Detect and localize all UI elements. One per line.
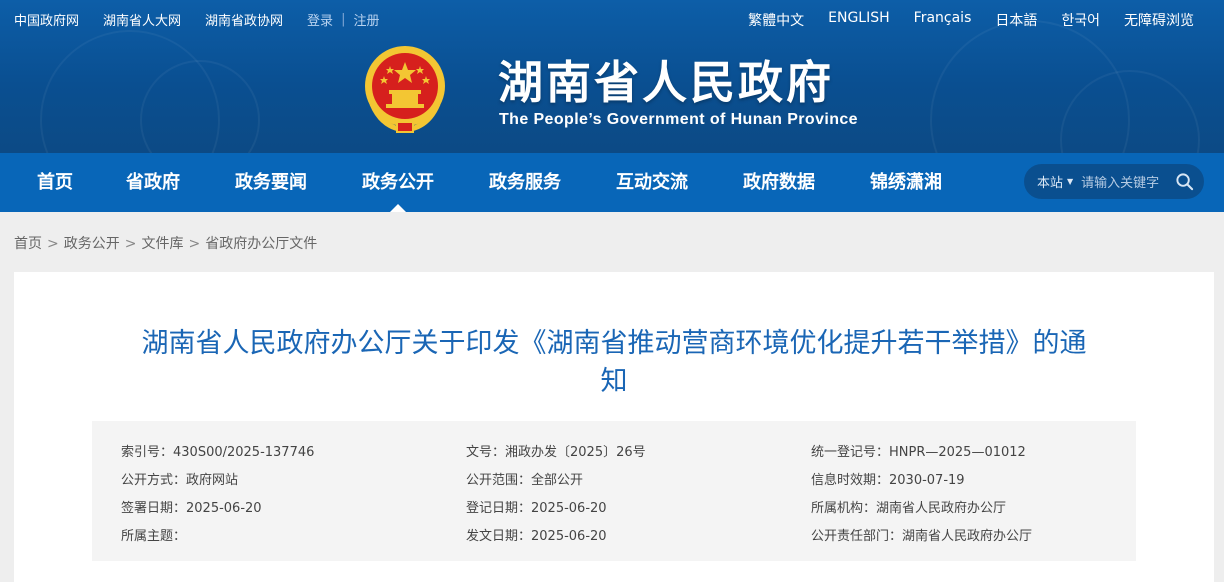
meta-document-number: 文号：湘政办发〔2025〕26号 [466, 445, 646, 460]
meta-topic: 所属主题： [121, 529, 187, 544]
meta-index-number: 索引号：430S00/2025-137746 [121, 445, 315, 460]
breadcrumb-separator: > [188, 236, 201, 252]
nav-item-gov-services[interactable]: 政务服务 [489, 153, 561, 212]
meta-validity-period: 信息时效期：2030-07-19 [811, 473, 965, 488]
lang-english[interactable]: ENGLISH [828, 10, 890, 30]
nav-item-gov-affairs-open[interactable]: 政务公开 [362, 153, 434, 212]
nav-item-gov-data[interactable]: 政府数据 [743, 153, 815, 212]
auth-separator: | [341, 12, 346, 27]
register-link[interactable]: 注册 [353, 10, 379, 29]
breadcrumb-home[interactable]: 首页 [14, 236, 42, 252]
nav-item-home[interactable]: 首页 [37, 153, 73, 212]
breadcrumb: 首页 > 政务公开 > 文件库 > 省政府办公厅文件 [14, 233, 317, 253]
breadcrumb-office-files[interactable]: 省政府办公厅文件 [205, 236, 317, 252]
link-hunan-cppcc[interactable]: 湖南省政协网 [205, 10, 283, 29]
document-title-line2: 知 [600, 366, 628, 397]
national-emblem-icon [365, 46, 445, 133]
caret-down-icon[interactable]: ▼ [1067, 177, 1073, 186]
nav-item-news[interactable]: 政务要闻 [235, 153, 307, 212]
meta-publish-scope: 公开范围：全部公开 [466, 473, 584, 488]
login-link[interactable]: 登录 [307, 10, 333, 29]
search-scope-selector[interactable]: 本站 [1037, 172, 1063, 191]
document-card: 湖南省人民政府办公厅关于印发《湖南省推动营商环境优化提升若干举措》的通 知 索引… [14, 272, 1214, 582]
link-hunan-npc[interactable]: 湖南省人大网 [103, 10, 181, 29]
topbar-links: 中国政府网 湖南省人大网 湖南省政协网 登录 | 注册 [14, 10, 379, 29]
search-icon[interactable] [1175, 172, 1194, 191]
auth-links: 登录 | 注册 [307, 10, 379, 29]
breadcrumb-separator: > [124, 236, 137, 252]
lang-traditional-chinese[interactable]: 繁體中文 [748, 10, 804, 30]
site-title-chinese: 湖南省人民政府 [498, 56, 835, 109]
lang-korean[interactable]: 한국어 [1061, 10, 1100, 30]
site-title-english: The People’s Government of Hunan Provinc… [499, 111, 858, 128]
breadcrumb-separator: > [47, 236, 59, 252]
accessibility-link[interactable]: 无障碍浏览 [1124, 10, 1194, 30]
document-title-line1: 湖南省人民政府办公厅关于印发《湖南省推动营商环境优化提升若干举措》的通 [141, 328, 1087, 359]
breadcrumb-gov-affairs-open[interactable]: 政务公开 [64, 236, 120, 252]
nav-item-provincial-gov[interactable]: 省政府 [126, 153, 180, 212]
search-input[interactable]: 请输入关键字 [1081, 172, 1159, 191]
link-gov-cn[interactable]: 中国政府网 [14, 10, 79, 29]
document-title: 湖南省人民政府办公厅关于印发《湖南省推动营商环境优化提升若干举措》的通 知 [94, 325, 1134, 401]
meta-signing-date: 签署日期：2025-06-20 [121, 501, 262, 516]
meta-registration-date: 登记日期：2025-06-20 [466, 501, 607, 516]
breadcrumb-file-library[interactable]: 文件库 [141, 236, 183, 252]
meta-publish-method: 公开方式：政府网站 [121, 473, 239, 488]
search-box[interactable]: 本站 ▼ 请输入关键字 [1024, 164, 1204, 199]
meta-issue-date: 发文日期：2025-06-20 [466, 529, 607, 544]
nav-item-interaction[interactable]: 互动交流 [616, 153, 688, 212]
lang-french[interactable]: Français [914, 10, 972, 30]
meta-organization: 所属机构：湖南省人民政府办公厅 [811, 501, 1007, 516]
site-header: 中国政府网 湖南省人大网 湖南省政协网 登录 | 注册 繁體中文 ENGLISH… [0, 0, 1224, 153]
language-links: 繁體中文 ENGLISH Français 日本語 한국어 无障碍浏览 [724, 10, 1194, 30]
meta-registration-code: 统一登记号：HNPR—2025—01012 [811, 445, 1026, 460]
meta-responsible-department: 公开责任部门：湖南省人民政府办公厅 [811, 529, 1033, 544]
nav-item-hunan-scenery[interactable]: 锦绣潇湘 [870, 153, 942, 212]
document-metadata-table: 索引号：430S00/2025-137746 文号：湘政办发〔2025〕26号 … [92, 421, 1136, 561]
lang-japanese[interactable]: 日本語 [995, 10, 1037, 30]
